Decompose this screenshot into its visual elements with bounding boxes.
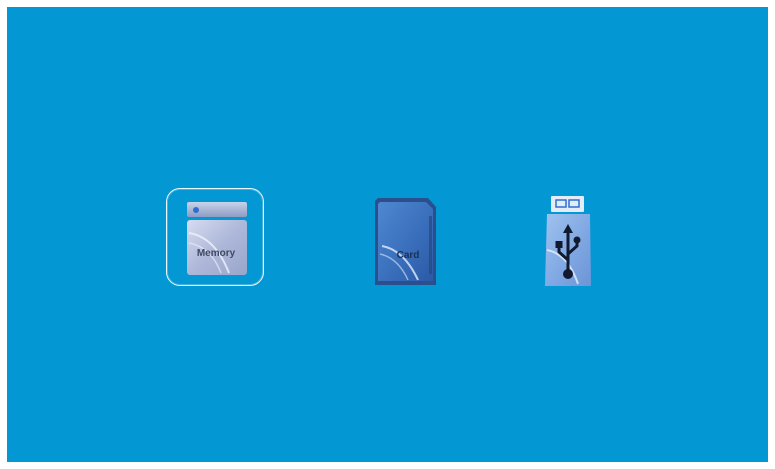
source-label-memory: Memory (196, 248, 236, 259)
usb-drive-icon (520, 188, 618, 286)
source-label-card: Card (396, 250, 420, 261)
source-tile-memory[interactable]: Memory (166, 188, 264, 286)
media-source-screen: Memory Card (7, 7, 768, 462)
internal-memory-icon (167, 189, 265, 287)
sd-card-icon (356, 188, 454, 286)
source-tile-usb[interactable] (520, 188, 618, 286)
source-tile-card[interactable]: Card (356, 188, 454, 286)
